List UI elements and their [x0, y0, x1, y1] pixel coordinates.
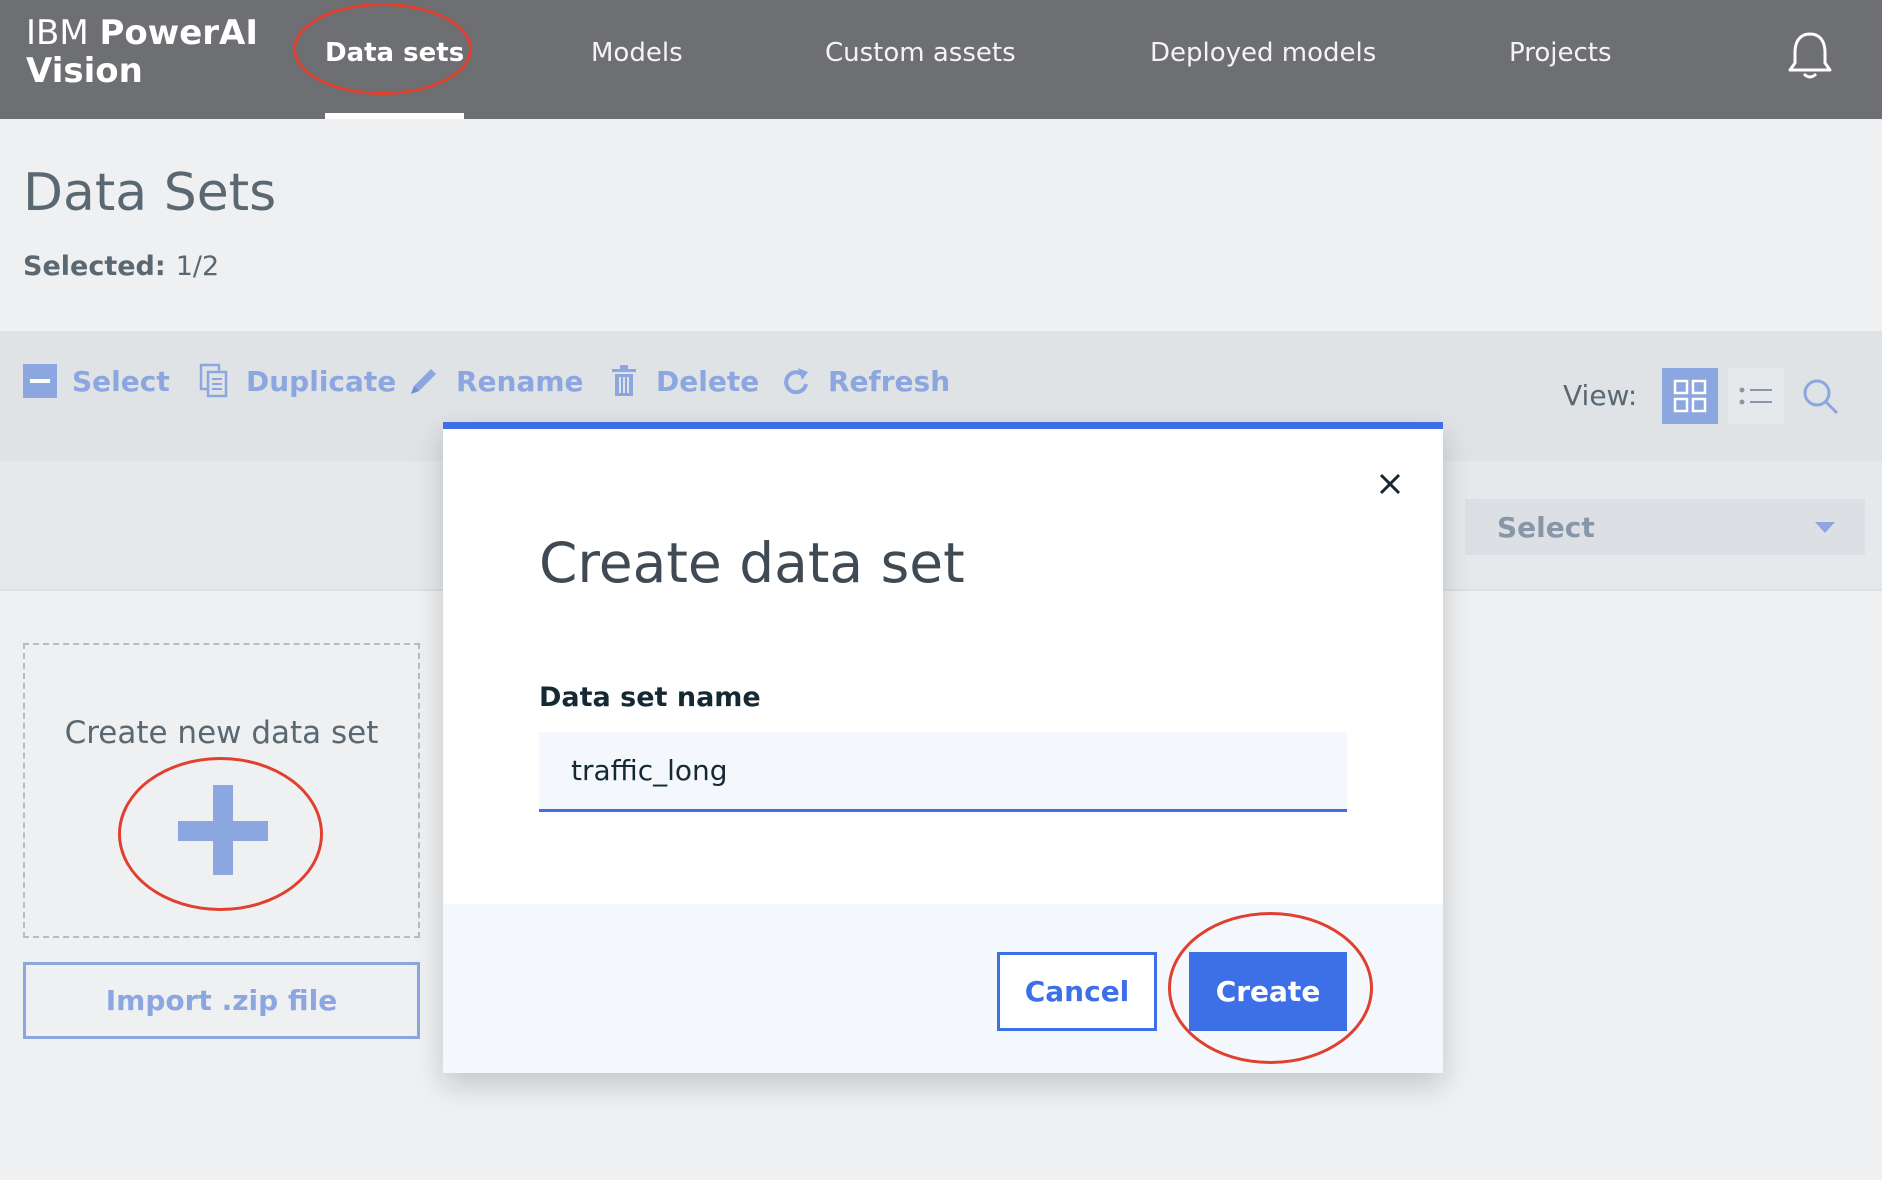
refresh-button[interactable]: Refresh [778, 359, 950, 403]
nav-tab-label: Custom assets [825, 38, 1016, 68]
rename-button[interactable]: Rename [406, 359, 584, 403]
create-new-data-set-card[interactable]: Create new data set [23, 643, 420, 938]
close-icon[interactable] [1373, 467, 1407, 501]
dialog-footer: Cancel Create [443, 904, 1443, 1073]
create-button[interactable]: Create [1189, 952, 1347, 1031]
page-title: Data Sets [23, 163, 277, 223]
brand-name: PowerAI [99, 13, 258, 53]
list-view-button[interactable] [1728, 368, 1784, 424]
pencil-icon [406, 363, 442, 399]
sort-select-dropdown[interactable]: Select [1465, 499, 1865, 555]
import-zip-button[interactable]: Import .zip file [23, 962, 420, 1039]
nav-tab-models[interactable]: Models [591, 0, 683, 113]
duplicate-label: Duplicate [246, 364, 397, 398]
duplicate-button[interactable]: Duplicate [196, 359, 396, 403]
data-set-name-input[interactable] [539, 732, 1347, 812]
view-label: View: [1563, 379, 1638, 412]
nav-tab-deployed-models[interactable]: Deployed models [1150, 0, 1376, 113]
create-card-label: Create new data set [64, 715, 379, 751]
select-dropdown-label: Select [1497, 511, 1595, 544]
select-checkbox-icon [22, 363, 58, 399]
nav-tab-custom-assets[interactable]: Custom assets [825, 0, 1016, 113]
dialog-title: Create data set [539, 531, 965, 595]
delete-label: Delete [656, 364, 760, 398]
delete-button[interactable]: Delete [606, 359, 759, 403]
create-data-set-dialog: Create data set Data set name Cancel Cre… [443, 422, 1443, 1073]
refresh-icon [778, 363, 814, 399]
grid-view-icon [1673, 379, 1707, 413]
duplicate-icon [196, 363, 232, 399]
nav-tab-projects[interactable]: Projects [1509, 0, 1612, 113]
rename-label: Rename [456, 364, 584, 398]
chevron-down-icon [1815, 522, 1835, 533]
grid-view-button[interactable] [1662, 368, 1718, 424]
brand-line2: Vision [26, 51, 143, 91]
brand-prefix: IBM [26, 13, 89, 53]
selected-label: Selected: [23, 251, 166, 282]
nav-tab-label: Data sets [325, 38, 465, 68]
data-set-name-label: Data set name [539, 682, 761, 713]
search-icon[interactable] [1800, 376, 1840, 416]
nav-tab-data-sets[interactable]: Data sets [325, 0, 465, 119]
selected-value: 1/2 [175, 251, 220, 282]
bell-icon[interactable] [1785, 30, 1835, 82]
select-label: Select [72, 364, 170, 398]
cancel-button[interactable]: Cancel [997, 952, 1157, 1031]
nav-tab-label: Models [591, 38, 683, 68]
select-button[interactable]: Select [22, 359, 170, 403]
refresh-label: Refresh [828, 364, 951, 398]
selection-count: Selected: 1/2 [23, 251, 219, 282]
list-view-icon [1739, 387, 1772, 405]
nav-tab-label: Deployed models [1150, 38, 1377, 68]
trash-icon [606, 363, 642, 399]
nav-tab-label: Projects [1509, 38, 1612, 68]
plus-icon [178, 821, 268, 841]
top-navigation-bar: IBM PowerAI Vision Data sets Models Cust… [0, 0, 1882, 119]
brand-logo[interactable]: IBM PowerAI Vision [26, 14, 258, 90]
